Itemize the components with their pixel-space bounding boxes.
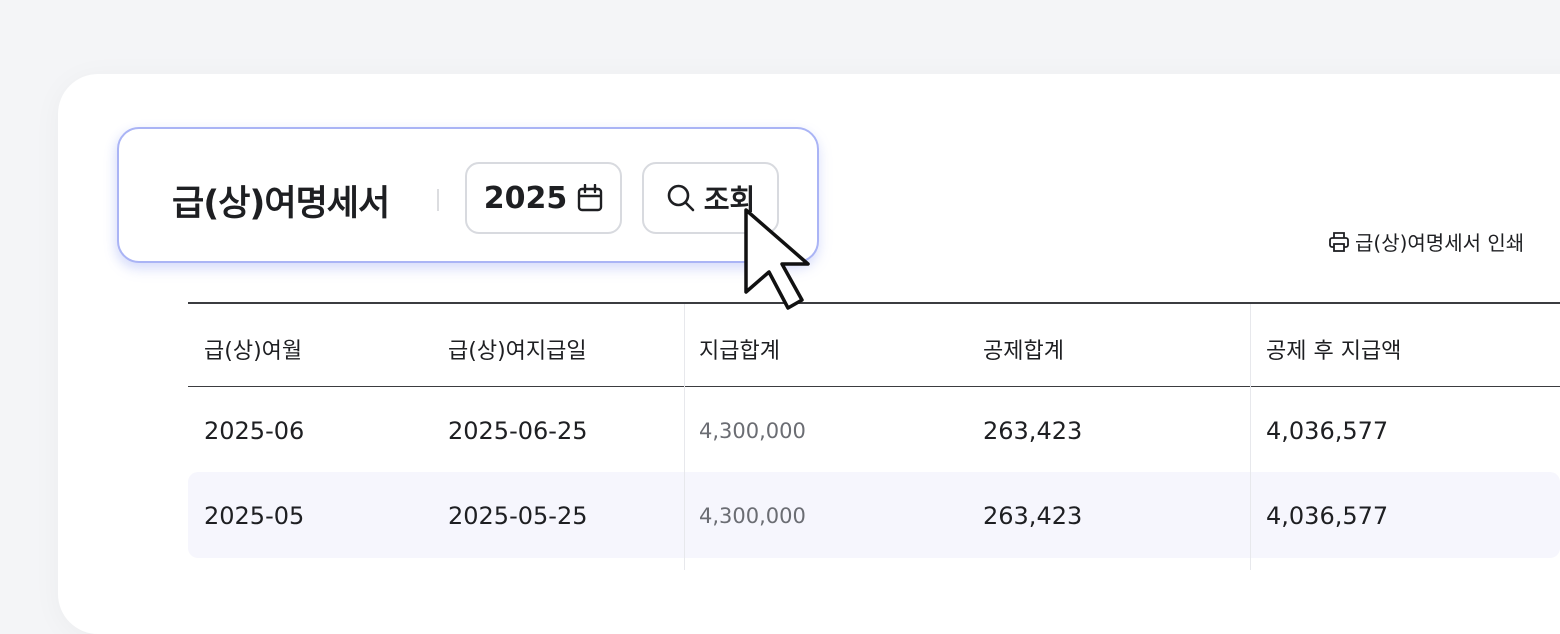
cell-total-deduction: 263,423 xyxy=(983,502,1083,530)
table-header-border xyxy=(188,386,1560,387)
payslip-toolbar: 급(상)여명세서 2025 조회 xyxy=(117,127,819,263)
cell-total-pay: 4,300,000 xyxy=(699,504,806,528)
column-divider xyxy=(1250,304,1251,570)
cell-total-deduction: 263,423 xyxy=(983,417,1083,445)
mouse-cursor-icon xyxy=(744,208,810,310)
column-header-total-deduction: 공제합계 xyxy=(983,339,1064,364)
column-divider xyxy=(684,304,685,570)
table-top-border xyxy=(188,302,1560,304)
search-icon xyxy=(667,184,695,212)
cell-month: 2025-05 xyxy=(204,502,305,530)
year-value: 2025 xyxy=(483,180,568,216)
cell-total-pay: 4,300,000 xyxy=(699,419,806,443)
cell-month: 2025-06 xyxy=(204,417,305,445)
year-picker-button[interactable]: 2025 xyxy=(465,162,622,234)
print-payslip-button[interactable]: 급(상)여명세서 인쇄 xyxy=(1328,227,1524,256)
cell-pay-date: 2025-06-25 xyxy=(448,417,588,445)
cell-net-pay: 4,036,577 xyxy=(1266,502,1389,530)
divider xyxy=(437,189,439,211)
column-header-pay-date: 급(상)여지급일 xyxy=(448,339,587,364)
column-header-net-pay: 공제 후 지급액 xyxy=(1266,339,1402,364)
cell-net-pay: 4,036,577 xyxy=(1266,417,1389,445)
printer-icon xyxy=(1329,231,1349,252)
print-label: 급(상)여명세서 인쇄 xyxy=(1355,231,1525,255)
cell-pay-date: 2025-05-25 xyxy=(448,502,588,530)
page-title: 급(상)여명세서 xyxy=(172,184,390,224)
column-header-total-pay: 지급합계 xyxy=(699,339,780,364)
calendar-icon xyxy=(578,184,603,212)
column-header-month: 급(상)여월 xyxy=(204,339,303,364)
